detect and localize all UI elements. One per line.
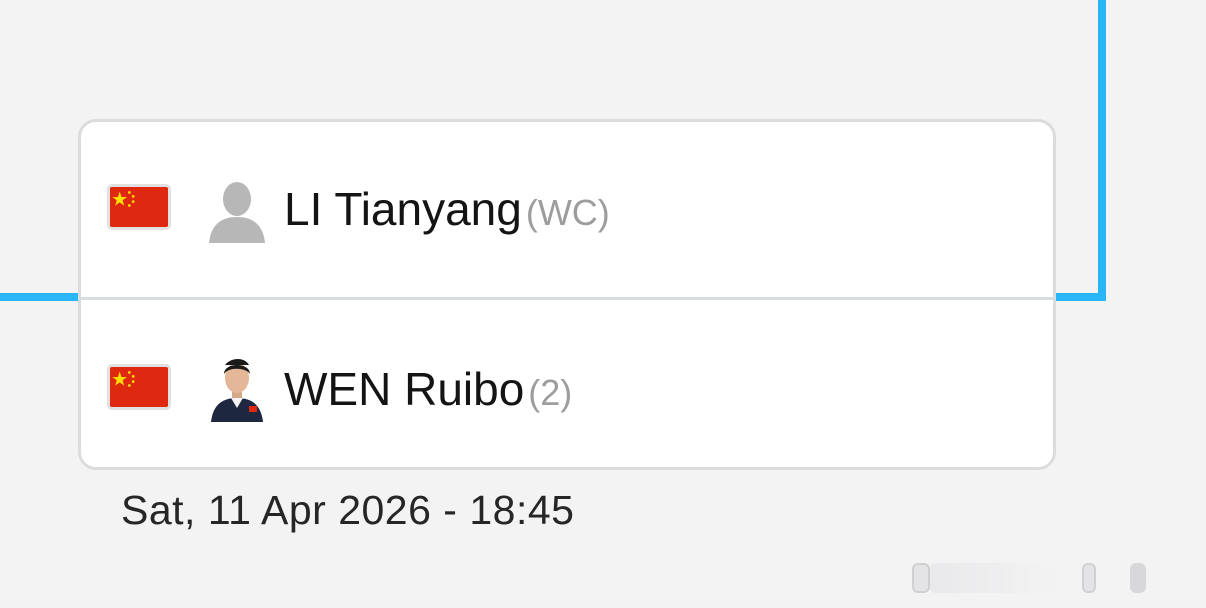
china-flag-icon [107, 184, 171, 230]
player-row-wen-ruibo[interactable]: WEN Ruibo (2) [81, 300, 1053, 467]
player-name: LI Tianyang (WC) [284, 182, 610, 236]
player-seed-tag: (WC) [525, 192, 610, 233]
match-datetime: Sat, 11 Apr 2026 - 18:45 [121, 487, 575, 533]
player-row-li-tianyang[interactable]: LI Tianyang (WC) [81, 122, 1053, 300]
default-person-avatar-icon [207, 177, 267, 243]
scrollbar-track [930, 563, 1060, 593]
scrollbar-thumb[interactable] [912, 563, 930, 593]
scrollbar-marker [1082, 563, 1096, 593]
china-flag-icon [107, 364, 171, 410]
scrollbar-marker [1130, 563, 1146, 593]
player-name-text: WEN Ruibo [284, 363, 525, 415]
match-card[interactable]: LI Tianyang (WC) WEN Ruibo (2) [78, 119, 1056, 470]
player-name-text: LI Tianyang [284, 183, 522, 235]
player-name: WEN Ruibo (2) [284, 362, 572, 416]
bracket-connector-vertical [1098, 0, 1106, 301]
player-photo-avatar [207, 354, 267, 422]
player-seed-tag: (2) [528, 372, 573, 413]
